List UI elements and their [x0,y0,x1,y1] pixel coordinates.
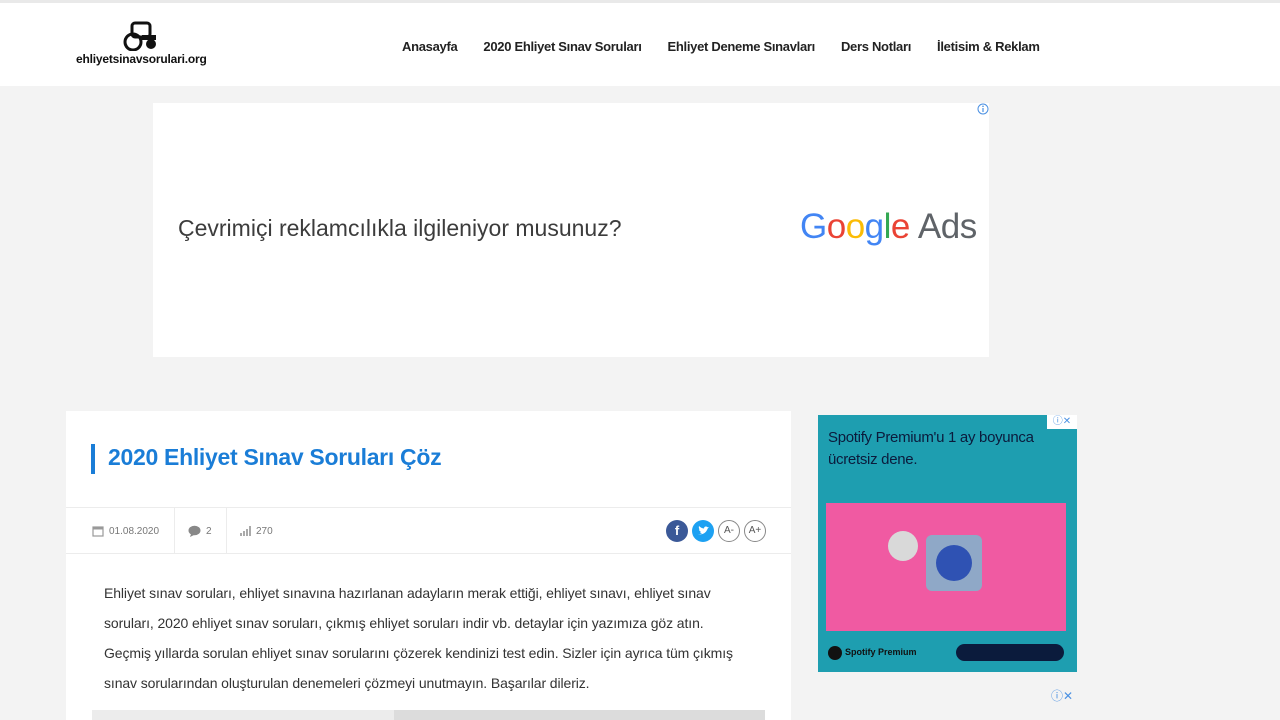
google-ads-logo: Google Ads [800,207,977,246]
article-paragraph: Ehliyet sınav soruları, ehliyet sınavına… [104,585,733,691]
article-title: 2020 Ehliyet Sınav Soruları Çöz [108,444,442,470]
ad-banner-text: Çevrimiçi reklamcılıkla ilgileniyor musu… [178,215,622,241]
spotify-ad-image [826,503,1066,631]
spotify-brand: Spotify Premium [845,647,917,657]
font-increase-button[interactable]: A+ [744,520,766,542]
nav-home[interactable]: Anasayfa [402,39,458,54]
nav-contact-ads[interactable]: İletisim & Reklam [937,39,1040,54]
font-decrease-button[interactable]: A- [718,520,740,542]
twitter-icon [698,526,709,535]
google-ads-banner[interactable]: Çevrimiçi reklamcılıkla ilgileniyor musu… [153,103,989,357]
meta-views-count: 270 [256,525,273,537]
nav-lecture-notes[interactable]: Ders Notları [841,39,911,54]
vinyl-icon [936,545,972,581]
calendar-icon [92,526,104,537]
title-accent-bar [91,444,95,474]
comment-icon [188,525,201,537]
tractor-icon [123,21,156,51]
ad-close-icon-2[interactable]: ⓘ✕ [1047,689,1077,703]
nav-2020-exam-questions[interactable]: 2020 Ehliyet Sınav Soruları [483,39,641,54]
article-meta: 01.08.2020 2 270 f A- A+ [66,507,791,554]
logo-text: ehliyetsinavsorulari.org [76,52,207,66]
meta-comments[interactable]: 2 [188,508,212,554]
nav-practice-exams[interactable]: Ehliyet Deneme Sınavları [668,39,816,54]
twitter-share-button[interactable] [692,520,714,542]
spotify-ad-footer: Spotify Premium [818,637,1077,672]
article-card: 2020 Ehliyet Sınav Soruları Çöz 01.08.20… [66,411,791,720]
meta-date-text: 01.08.2020 [109,525,160,537]
article-image [92,710,765,720]
main-nav: Anasayfa 2020 Ehliyet Sınav Soruları Ehl… [402,39,1066,54]
spotify-ad[interactable]: Spotify Premium'u 1 ay boyunca ücretsiz … [818,415,1077,672]
facebook-share-button[interactable]: f [666,520,688,542]
meta-date: 01.08.2020 [92,508,159,554]
spotify-logo-icon [828,646,842,660]
spotify-cta-button[interactable] [956,644,1064,661]
meta-comments-count: 2 [206,525,212,537]
site-logo[interactable]: ehliyetsinavsorulari.org [76,21,216,71]
spotify-ad-headline: Spotify Premium'u 1 ay boyunca ücretsiz … [828,429,1034,468]
site-header: ehliyetsinavsorulari.org Anasayfa 2020 E… [0,0,1280,86]
disco-ball-icon [888,531,918,561]
article-body: Ehliyet sınav soruları, ehliyet sınavına… [104,578,754,698]
ad-close-icon[interactable]: ⓘ✕ [1047,415,1077,429]
info-icon[interactable] [977,103,989,115]
meta-views: 270 [240,508,273,554]
signal-bars-icon [240,526,251,536]
